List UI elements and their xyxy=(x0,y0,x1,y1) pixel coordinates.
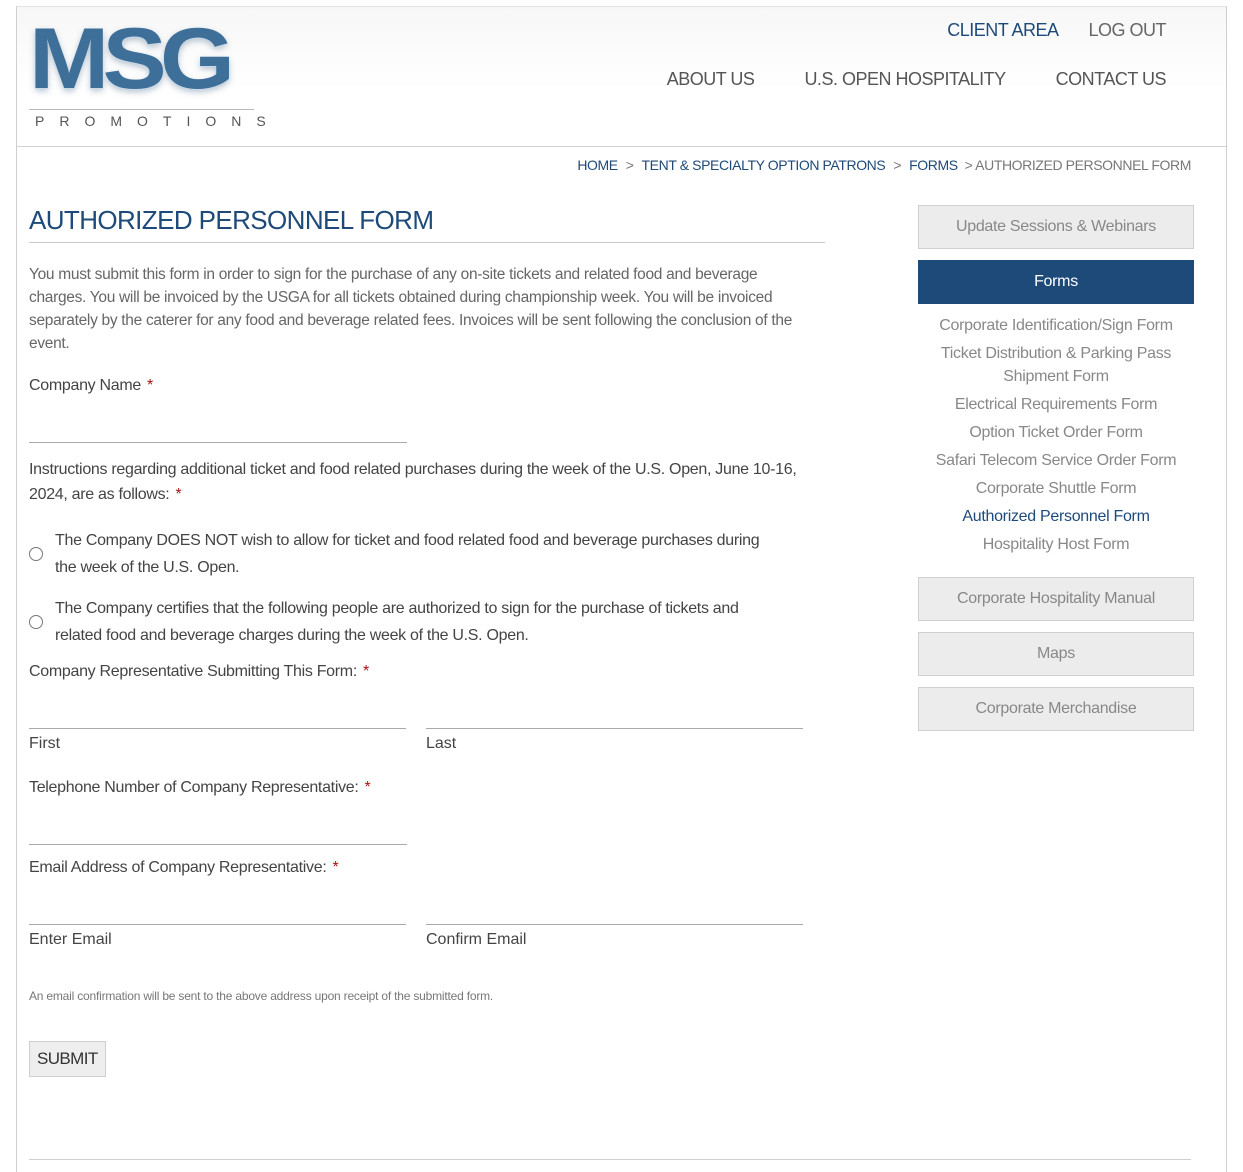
instructions-label: Instructions regarding additional ticket… xyxy=(29,461,797,503)
main-content: AUTHORIZED PERSONNEL FORM You must submi… xyxy=(29,205,825,1077)
sidebar-link-authorized-personnel[interactable]: Authorized Personnel Form xyxy=(918,503,1194,531)
email-group: Email Address of Company Representative:… xyxy=(29,859,825,949)
footer-divider xyxy=(29,1159,1191,1160)
sidebar-corporate-merchandise[interactable]: Corporate Merchandise xyxy=(918,687,1194,731)
sidebar-link-corporate-identification[interactable]: Corporate Identification/Sign Form xyxy=(918,312,1194,340)
sidebar-maps[interactable]: Maps xyxy=(918,632,1194,676)
confirm-email-field: Confirm Email xyxy=(426,895,803,949)
sidebar-link-corporate-shuttle[interactable]: Corporate Shuttle Form xyxy=(918,475,1194,503)
submit-button[interactable]: SUBMIT xyxy=(29,1041,106,1077)
company-name-input[interactable] xyxy=(29,413,407,443)
log-out-link[interactable]: LOG OUT xyxy=(1088,20,1166,41)
nav-us-open-hospitality[interactable]: U.S. OPEN HOSPITALITY xyxy=(804,69,1006,90)
breadcrumb-forms[interactable]: FORMS xyxy=(909,157,958,173)
phone-group: Telephone Number of Company Representati… xyxy=(29,779,825,845)
sidebar-forms[interactable]: Forms xyxy=(918,260,1194,304)
representative-label: Company Representative Submitting This F… xyxy=(29,663,357,680)
sidebar-update-sessions[interactable]: Update Sessions & Webinars xyxy=(918,205,1194,249)
sidebar-link-electrical-requirements[interactable]: Electrical Requirements Form xyxy=(918,391,1194,419)
email-label: Email Address of Company Representative: xyxy=(29,859,327,876)
sidebar: Update Sessions & Webinars Forms Corpora… xyxy=(918,205,1194,731)
site-header: MSG PROMOTIONS CLIENT AREA LOG OUT ABOUT… xyxy=(17,7,1226,147)
radio-button[interactable] xyxy=(29,615,43,629)
confirm-email-sublabel: Confirm Email xyxy=(426,931,527,948)
utility-links: CLIENT AREA LOG OUT xyxy=(947,20,1166,41)
logo-subtitle: PROMOTIONS xyxy=(35,113,281,129)
nav-about-us[interactable]: ABOUT US xyxy=(667,69,755,90)
radio-option-not-allow[interactable]: The Company DOES NOT wish to allow for t… xyxy=(29,527,769,581)
breadcrumb-tent-specialty[interactable]: TENT & SPECIALTY OPTION PATRONS xyxy=(642,157,886,173)
breadcrumb-separator: > xyxy=(625,157,634,173)
radio-option-label: The Company DOES NOT wish to allow for t… xyxy=(55,532,760,576)
company-name-label: Company Name xyxy=(29,377,142,394)
form-intro-text: You must submit this form in order to si… xyxy=(29,266,793,352)
main-nav: ABOUT US U.S. OPEN HOSPITALITY CONTACT U… xyxy=(667,69,1167,90)
last-name-field: Last xyxy=(426,699,803,753)
breadcrumb-home[interactable]: HOME xyxy=(577,157,618,173)
last-name-input[interactable] xyxy=(426,699,803,729)
first-name-sublabel: First xyxy=(29,735,61,752)
required-mark: * xyxy=(332,859,339,876)
sidebar-hospitality-manual[interactable]: Corporate Hospitality Manual xyxy=(918,577,1194,621)
enter-email-sublabel: Enter Email xyxy=(29,931,112,948)
email-fields-row: Enter Email Confirm Email xyxy=(29,895,825,949)
representative-group: Company Representative Submitting This F… xyxy=(29,663,825,753)
breadcrumb-separator: > xyxy=(893,157,902,173)
breadcrumb: HOME > TENT & SPECIALTY OPTION PATRONS > FOR… xyxy=(577,157,1191,173)
name-fields-row: First Last xyxy=(29,699,825,753)
enter-email-field: Enter Email xyxy=(29,895,406,949)
first-name-field: First xyxy=(29,699,406,753)
required-mark: * xyxy=(362,663,370,680)
sidebar-forms-list: Corporate Identification/Sign Form Ticke… xyxy=(918,304,1194,569)
required-mark: * xyxy=(175,486,182,503)
company-name-group: Company Name * xyxy=(29,377,825,443)
last-name-sublabel: Last xyxy=(426,735,457,752)
phone-input[interactable] xyxy=(29,815,407,845)
phone-label: Telephone Number of Company Representati… xyxy=(29,779,359,796)
sidebar-link-hospitality-host[interactable]: Hospitality Host Form xyxy=(918,531,1194,559)
sidebar-link-safari-telecom[interactable]: Safari Telecom Service Order Form xyxy=(918,447,1194,475)
instructions-group: Instructions regarding additional ticket… xyxy=(29,457,799,507)
breadcrumb-current: > AUTHORIZED PERSONNEL FORM xyxy=(964,157,1192,173)
required-mark: * xyxy=(147,377,154,394)
enter-email-input[interactable] xyxy=(29,895,406,925)
radio-option-certify[interactable]: The Company certifies that the following… xyxy=(29,595,769,649)
sidebar-link-option-ticket-order[interactable]: Option Ticket Order Form xyxy=(918,419,1194,447)
sidebar-link-ticket-distribution[interactable]: Ticket Distribution & Parking Pass Shipm… xyxy=(918,340,1194,391)
nav-contact-us[interactable]: CONTACT US xyxy=(1056,69,1167,90)
msg-promotions-logo[interactable]: MSG PROMOTIONS xyxy=(29,11,266,133)
required-mark: * xyxy=(364,779,371,796)
logo-mark: MSG xyxy=(29,11,235,107)
first-name-input[interactable] xyxy=(29,699,406,729)
radio-option-label: The Company certifies that the following… xyxy=(55,600,739,644)
client-area-link[interactable]: CLIENT AREA xyxy=(947,20,1059,41)
radio-button[interactable] xyxy=(29,547,43,561)
confirm-email-input[interactable] xyxy=(426,895,803,925)
logo-divider xyxy=(29,109,254,110)
email-confirmation-note: An email confirmation will be sent to th… xyxy=(29,989,494,1003)
page-title: AUTHORIZED PERSONNEL FORM xyxy=(29,205,825,243)
